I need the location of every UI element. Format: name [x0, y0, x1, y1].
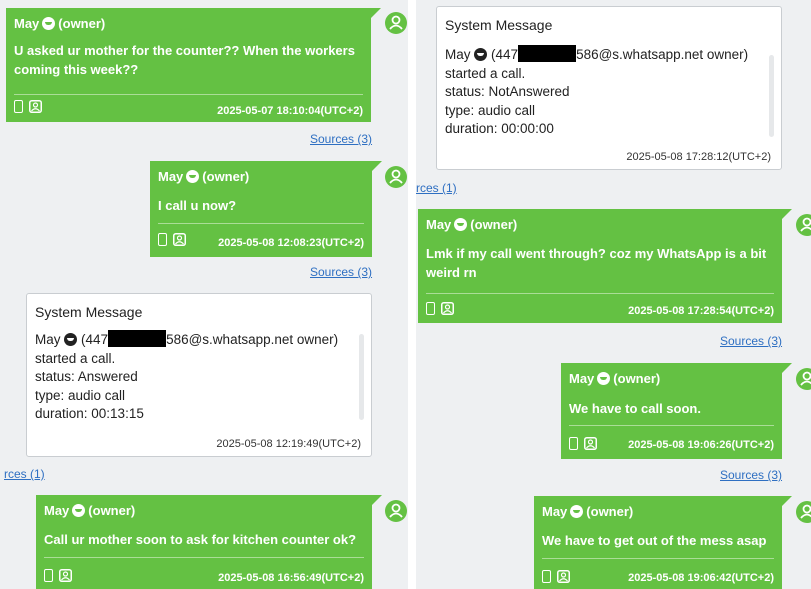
phone-icon[interactable]: [569, 437, 578, 450]
message-timestamp: 2025-05-08 17:28:12(UTC+2): [626, 151, 771, 163]
message-text: Call ur mother soon to ask for kitchen c…: [44, 532, 357, 547]
contact-icon[interactable]: [59, 569, 72, 582]
sender-name: May (owner): [426, 217, 518, 232]
phone-icon[interactable]: [426, 302, 435, 315]
message-timestamp: 2025-05-08 17:28:54(UTC+2): [628, 305, 774, 317]
message-timestamp: 2025-05-08 16:56:49(UTC+2): [218, 572, 364, 584]
divider: [44, 557, 364, 558]
sender-name: May (owner): [158, 169, 250, 184]
message-timestamp: 2025-05-07 18:10:04(UTC+2): [217, 105, 363, 117]
system-message-title: System Message: [445, 17, 553, 33]
message-bubble[interactable]: May (owner) We have to get out of the mes…: [534, 496, 792, 589]
phone-icon[interactable]: [14, 100, 23, 113]
sender-name: May (owner): [542, 504, 634, 519]
grinning-emoji-icon: [64, 333, 78, 346]
system-message-body: May (447 586@s.whatsapp.net owner) starte…: [445, 45, 749, 136]
scrollbar[interactable]: [359, 334, 364, 420]
bubble-tail: [782, 363, 792, 373]
bubble-tail: [782, 209, 792, 219]
sources-link[interactable]: Sources (3): [720, 334, 782, 348]
bubble-tail: [372, 161, 382, 171]
message-text: I call u now?: [158, 198, 237, 213]
chat-panel-right: System Message May (447 586@s.whatsapp.ne…: [416, 0, 811, 589]
sources-link[interactable]: Sources (3): [720, 468, 782, 482]
divider: [158, 223, 364, 224]
contact-icon[interactable]: [557, 570, 570, 583]
system-message-body: May (447 586@s.whatsapp.net owner) starte…: [35, 330, 339, 421]
contact-icon[interactable]: [173, 233, 186, 246]
system-message-title: System Message: [35, 304, 143, 320]
bubble-tail: [372, 495, 382, 505]
user-avatar-icon[interactable]: [796, 368, 811, 390]
message-text: U asked ur mother for the counter?? When…: [14, 43, 355, 77]
message-text: We have to get out of the mess asap: [542, 533, 767, 548]
divider: [569, 425, 774, 426]
redaction-block: [518, 45, 577, 62]
sources-link[interactable]: Sources (3): [310, 132, 372, 146]
user-avatar-icon[interactable]: [385, 12, 407, 34]
sources-link[interactable]: Sources (3): [310, 265, 372, 279]
message-timestamp: 2025-05-08 19:06:42(UTC+2): [628, 572, 774, 584]
message-timestamp: 2025-05-08 12:08:23(UTC+2): [218, 237, 364, 249]
phone-icon[interactable]: [542, 570, 551, 583]
message-bubble[interactable]: May (owner) We have to call soon. 2025-05…: [561, 363, 792, 459]
phone-icon[interactable]: [44, 569, 53, 582]
chat-panel-left: May (owner) U asked ur mother for the cou…: [0, 0, 408, 589]
sender-name: May (owner): [44, 503, 136, 518]
user-avatar-icon[interactable]: [385, 166, 407, 188]
bubble-tail: [782, 496, 792, 506]
scrollbar[interactable]: [769, 55, 774, 137]
message-timestamp: 2025-05-08 12:19:49(UTC+2): [216, 438, 361, 450]
grinning-emoji-icon: [597, 372, 611, 385]
message-timestamp: 2025-05-08 19:06:26(UTC+2): [628, 439, 774, 451]
message-bubble[interactable]: May (owner) Lmk if my call went through? …: [418, 209, 792, 323]
sender-name: May (owner): [569, 371, 661, 386]
contact-icon[interactable]: [584, 437, 597, 450]
redaction-block: [108, 330, 167, 347]
grinning-emoji-icon: [42, 17, 56, 30]
user-avatar-icon[interactable]: [385, 500, 407, 522]
system-message-card: System Message May (447 586@s.whatsapp.ne…: [436, 6, 782, 170]
user-avatar-icon[interactable]: [796, 501, 811, 523]
message-bubble[interactable]: May (owner) Call ur mother soon to ask fo…: [36, 495, 382, 589]
sources-link[interactable]: rces (1): [4, 467, 45, 481]
message-text: Lmk if my call went through? coz my What…: [426, 246, 767, 280]
bubble-tail: [371, 8, 381, 18]
divider: [426, 293, 774, 294]
message-bubble[interactable]: May (owner) I call u now? 2025-05-08 12:0…: [150, 161, 382, 257]
grinning-emoji-icon: [474, 48, 488, 61]
message-bubble[interactable]: May (owner) U asked ur mother for the cou…: [6, 8, 381, 122]
contact-icon[interactable]: [441, 302, 454, 315]
grinning-emoji-icon: [454, 218, 468, 231]
contact-icon[interactable]: [29, 100, 42, 113]
user-avatar-icon[interactable]: [796, 214, 811, 236]
divider: [14, 94, 363, 95]
sender-name: May (owner): [14, 16, 106, 31]
divider: [542, 558, 774, 559]
grinning-emoji-icon: [72, 504, 86, 517]
message-text: We have to call soon.: [569, 401, 701, 416]
system-message-card: System Message May (447 586@s.whatsapp.ne…: [26, 293, 372, 457]
grinning-emoji-icon: [186, 170, 200, 183]
grinning-emoji-icon: [570, 505, 584, 518]
sources-link[interactable]: rces (1): [416, 181, 457, 195]
phone-icon[interactable]: [158, 233, 167, 246]
